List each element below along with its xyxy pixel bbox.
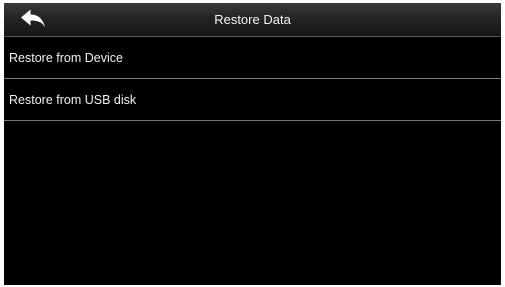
back-arrow-icon	[21, 9, 45, 27]
menu-item-restore-from-usb-disk[interactable]: Restore from USB disk	[4, 79, 501, 121]
menu-item-label: Restore from Device	[9, 50, 123, 65]
back-button[interactable]	[10, 5, 56, 33]
page-title: Restore Data	[214, 12, 291, 27]
menu-item-label: Restore from USB disk	[9, 92, 137, 107]
device-screen: Restore Data Restore from Device Restore…	[4, 3, 501, 285]
menu-list: Restore from Device Restore from USB dis…	[4, 37, 501, 121]
menu-item-restore-from-device[interactable]: Restore from Device	[4, 37, 501, 79]
title-bar: Restore Data	[4, 3, 501, 37]
